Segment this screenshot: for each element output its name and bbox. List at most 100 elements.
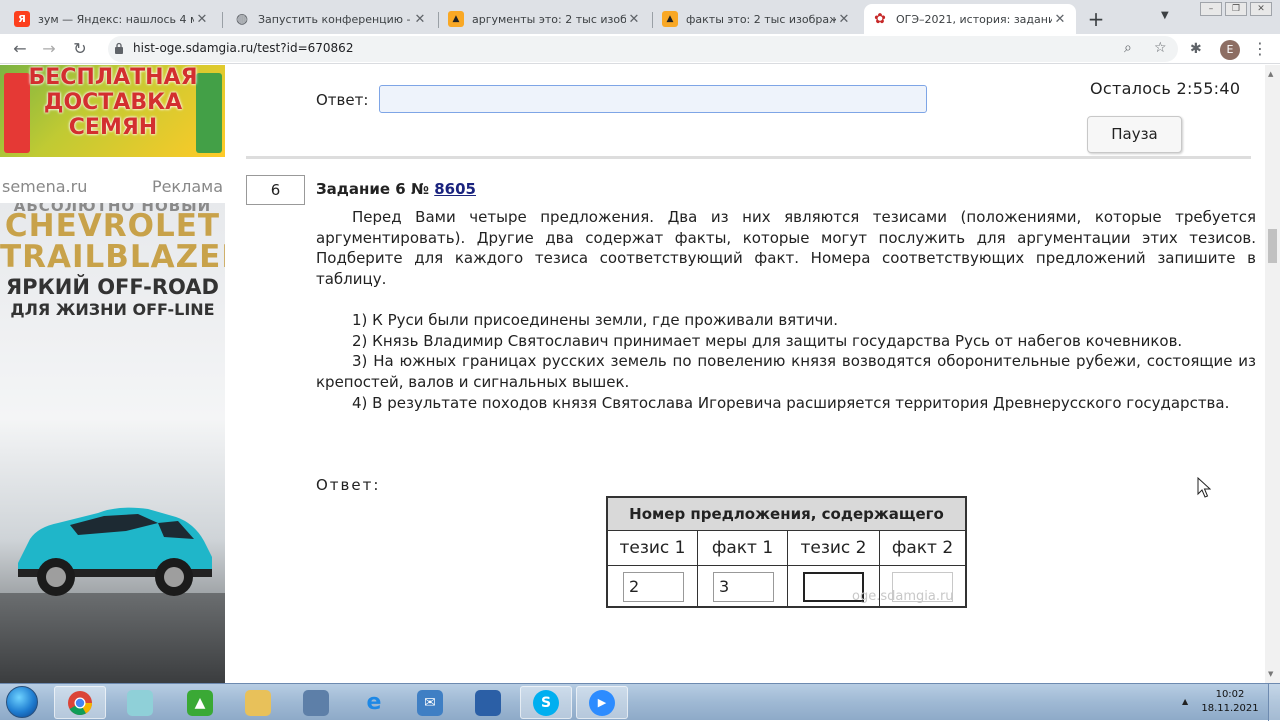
lock-icon [114, 42, 124, 54]
show-desktop-button[interactable] [1268, 684, 1280, 721]
taskbar-computer[interactable] [290, 686, 342, 719]
tab-zoom[interactable]: ◍ Запустить конференцию - Zoom ✕ [226, 4, 436, 34]
taskbar-green-app[interactable]: ▲ [174, 686, 226, 719]
extensions-icon[interactable]: ✱ [1190, 41, 1202, 57]
watermark-text: oge.sdamgia.ru [852, 589, 954, 604]
minimize-button[interactable]: – [1200, 2, 1222, 16]
task-id-link[interactable]: 8605 [434, 180, 476, 198]
pause-button[interactable]: Пауза [1087, 116, 1182, 153]
zoom-icon[interactable]: ⌕ [1124, 40, 1132, 56]
scrollbar-thumb[interactable] [1268, 229, 1277, 263]
tab-strip: Я зум — Яндекс: нашлось 4 млн ✕ ◍ Запуст… [0, 0, 1280, 34]
car-ad-banner[interactable]: АБСОЛЮТНО НОВЫЙ CHEVROLET TRAILBLAZER ЯР… [0, 203, 225, 683]
ground-image [0, 593, 225, 683]
new-tab-button[interactable]: + [1086, 7, 1106, 31]
taskbar-network[interactable] [462, 686, 514, 719]
windows-taskbar: ▲ e ✉ S ▶ ▲ 10:02 18.11.2021 [0, 683, 1280, 720]
tab-title: зум — Яндекс: нашлось 4 млн [38, 13, 194, 26]
taskbar-ie[interactable]: e [348, 686, 400, 719]
maximize-button[interactable]: ❐ [1225, 2, 1247, 16]
taskbar-explorer[interactable] [232, 686, 284, 719]
back-icon[interactable]: ← [9, 38, 31, 60]
taskbar-chrome[interactable] [54, 686, 106, 719]
answer-table-column: факт 1 3 [698, 531, 788, 606]
globe-icon: ◍ [234, 11, 250, 27]
ad-site-link[interactable]: semena.ru [2, 177, 87, 196]
clock-time: 10:02 [1200, 688, 1260, 702]
tab-yandex[interactable]: Я зум — Яндекс: нашлось 4 млн ✕ [6, 4, 218, 34]
tab-title: ОГЭ–2021, история: задания, [896, 13, 1052, 26]
scroll-down-icon[interactable]: ▼ [1268, 670, 1273, 678]
answer-table-column: тезис 1 2 [608, 531, 698, 606]
clock-date: 18.11.2021 [1200, 702, 1260, 716]
mail-icon: ✉ [417, 690, 443, 716]
start-button[interactable] [6, 686, 38, 718]
task-heading-text: Задание 6 № [316, 180, 429, 198]
taskbar-skype[interactable]: S [520, 686, 572, 719]
tab-facts-images[interactable]: ▲ факты это: 2 тыс изображени ✕ [654, 4, 860, 34]
tab-search-icon[interactable]: ▼ [1161, 10, 1169, 21]
reload-icon[interactable]: ↻ [69, 38, 91, 60]
mouse-cursor-icon [1197, 477, 1211, 499]
page-scrollbar[interactable]: ▲ ▼ [1265, 65, 1280, 683]
tab-title: Запустить конференцию - Zoom [258, 13, 412, 26]
page-viewport: БЕСПЛАТНАЯ ДОСТАВКА СЕМЯН semena.ru Рекл… [0, 65, 1265, 683]
car-ad-slogan: ЯРКИЙ OFF-ROAD [0, 275, 225, 299]
taskbar-mail[interactable]: ✉ [404, 686, 456, 719]
column-label: тезис 1 [608, 531, 697, 566]
tab-title: аргументы это: 2 тыс изображ [472, 13, 626, 26]
bookmark-star-icon[interactable]: ☆ [1154, 40, 1167, 56]
images-icon: ▲ [448, 11, 464, 27]
window-controls: – ❐ ✕ [1197, 2, 1272, 16]
computer-icon [303, 690, 329, 716]
seeds-ad-text: БЕСПЛАТНАЯ ДОСТАВКА СЕМЯН [8, 65, 218, 140]
chrome-icon [67, 690, 93, 716]
tray-expand-icon[interactable]: ▲ [1182, 697, 1188, 706]
url-text: hist-oge.sdamgia.ru/test?id=670862 [133, 41, 353, 55]
close-icon[interactable]: ✕ [836, 12, 852, 27]
green-app-icon: ▲ [187, 690, 213, 716]
system-clock[interactable]: 10:02 18.11.2021 [1200, 688, 1260, 716]
car-ad-slogan: ДЛЯ ЖИЗНИ OFF-LINE [0, 300, 225, 319]
scroll-up-icon[interactable]: ▲ [1268, 70, 1273, 78]
task-item: 2) Князь Владимир Святославич принимает … [316, 331, 1256, 352]
address-bar[interactable]: hist-oge.sdamgia.ru/test?id=670862 ⌕ ☆ [108, 36, 1178, 62]
task-item: 4) В результате походов князя Святослава… [316, 393, 1256, 414]
folder-icon [245, 690, 271, 716]
column-label: факт 1 [698, 531, 787, 566]
close-icon[interactable]: ✕ [1052, 12, 1068, 27]
zoom-icon: ▶ [589, 690, 615, 716]
notes-icon [127, 690, 153, 716]
close-icon[interactable]: ✕ [412, 12, 428, 27]
internet-explorer-icon: e [361, 690, 387, 716]
ad-column: БЕСПЛАТНАЯ ДОСТАВКА СЕМЯН semena.ru Рекл… [0, 65, 225, 683]
task-heading: Задание 6 № 8605 [316, 180, 476, 198]
column-label: тезис 2 [788, 531, 879, 566]
taskbar-zoom[interactable]: ▶ [576, 686, 628, 719]
car-ad-model: TRAILBLAZER [0, 239, 225, 275]
forward-icon[interactable]: → [38, 38, 60, 60]
seeds-ad-banner[interactable]: БЕСПЛАТНАЯ ДОСТАВКА СЕМЯН [0, 65, 225, 157]
close-window-button[interactable]: ✕ [1250, 2, 1272, 16]
menu-icon[interactable]: ⋮ [1252, 39, 1268, 58]
yandex-icon: Я [14, 11, 30, 27]
ad-source: semena.ru Реклама [0, 177, 225, 199]
thesis-1-input[interactable]: 2 [623, 572, 684, 602]
timer-text: Осталось 2:55:40 [1090, 79, 1240, 98]
previous-answer-label: Ответ: [316, 91, 368, 109]
sdamgia-icon: ✿ [872, 11, 888, 27]
previous-answer-input[interactable] [379, 85, 927, 113]
tab-sdamgia[interactable]: ✿ ОГЭ–2021, история: задания, ✕ [864, 4, 1076, 34]
answer-table-header: Номер предложения, содержащего [608, 498, 965, 531]
close-icon[interactable]: ✕ [194, 12, 210, 27]
task-number-box: 6 [246, 175, 305, 205]
network-icon [475, 690, 501, 716]
taskbar-notes[interactable] [114, 686, 166, 719]
close-icon[interactable]: ✕ [626, 12, 642, 27]
tab-arguments-images[interactable]: ▲ аргументы это: 2 тыс изображ ✕ [440, 4, 650, 34]
task-item: 1) К Руси были присоединены земли, где п… [316, 310, 1256, 331]
profile-avatar[interactable]: E [1220, 40, 1240, 60]
fact-1-input[interactable]: 3 [713, 572, 774, 602]
task-intro: Перед Вами четыре предложения. Два из ни… [316, 207, 1256, 290]
skype-icon: S [533, 690, 559, 716]
